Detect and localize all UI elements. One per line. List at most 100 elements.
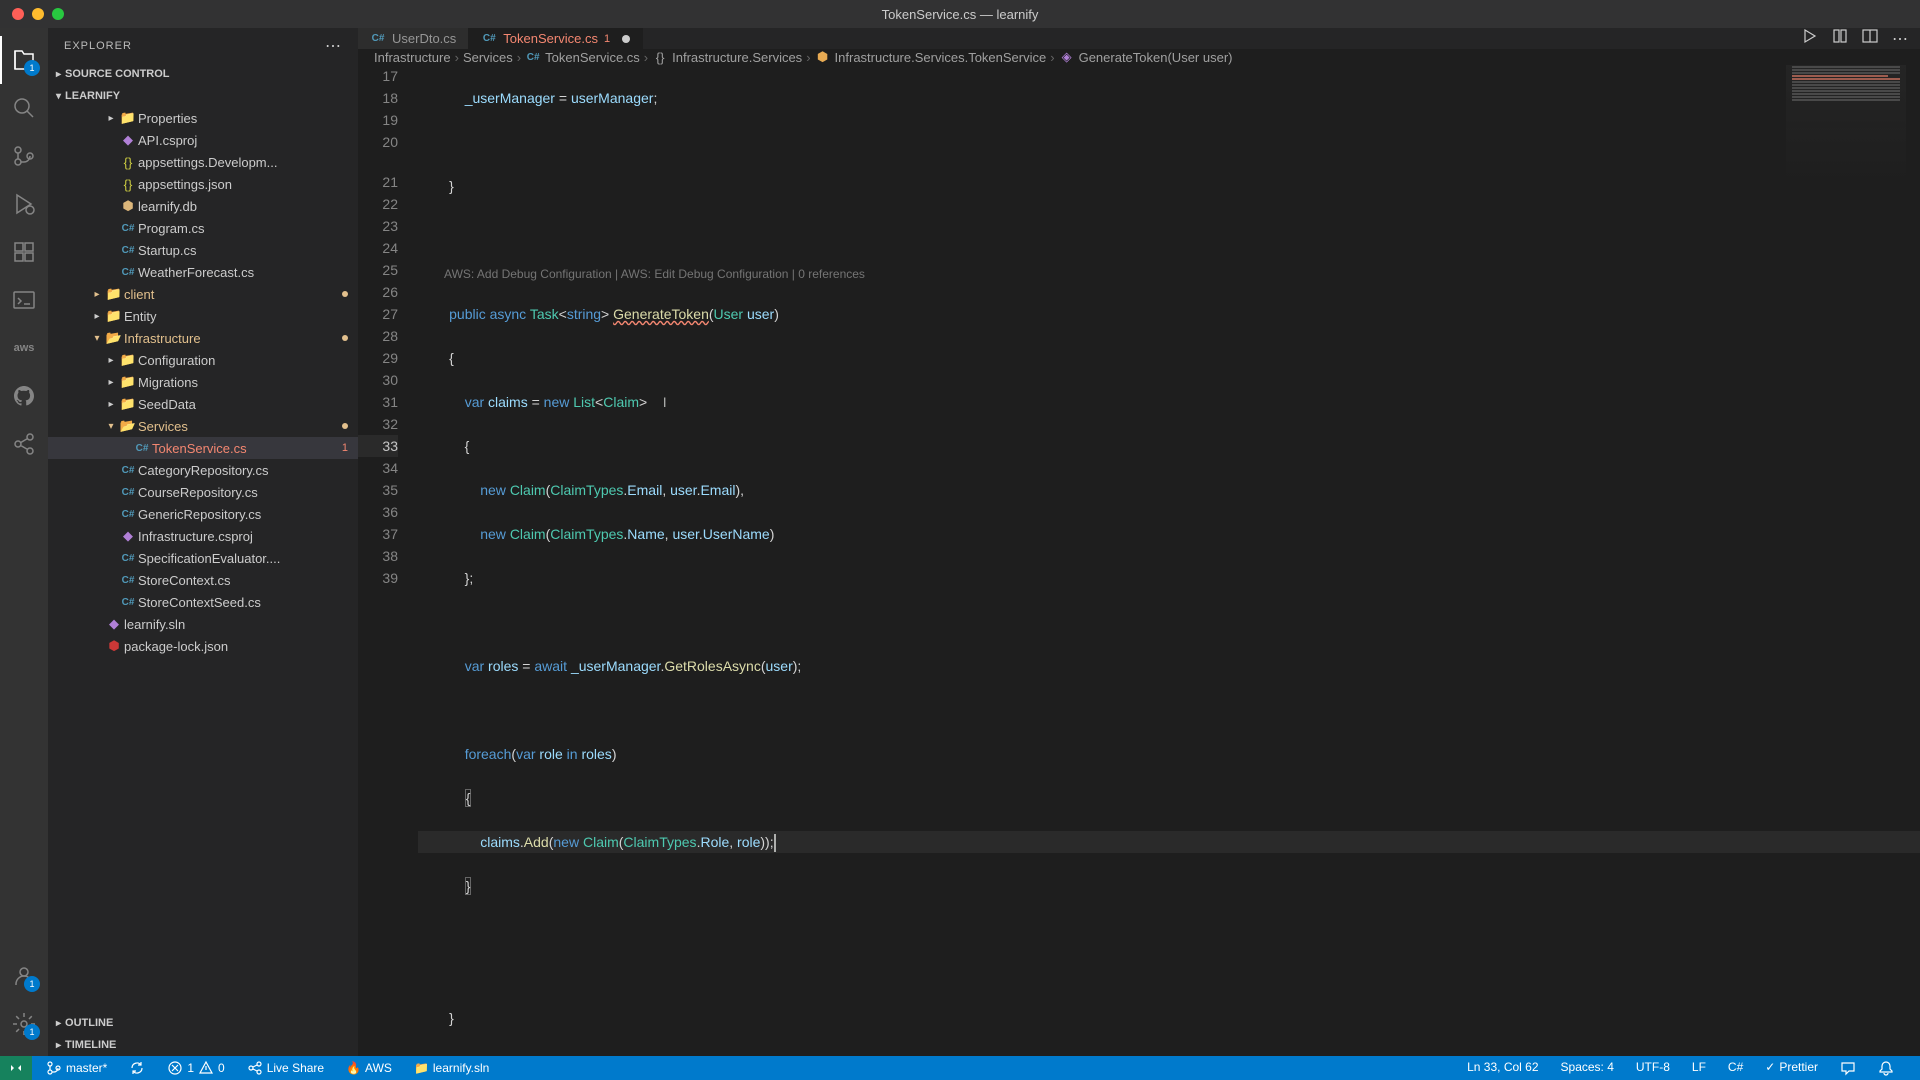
remote-button[interactable] — [0, 1056, 32, 1080]
breadcrumb-item[interactable]: TokenService.cs — [545, 50, 640, 65]
method-icon: ◈ — [1059, 49, 1075, 65]
language-button[interactable]: C# — [1724, 1060, 1747, 1074]
encoding-button[interactable]: UTF-8 — [1632, 1060, 1674, 1074]
breadcrumb-item[interactable]: Services — [463, 50, 513, 65]
tree-file-tokenservice[interactable]: C#TokenService.cs1 — [48, 437, 358, 459]
liveshare-button[interactable]: Live Share — [243, 1056, 328, 1080]
modified-dot-icon — [342, 423, 348, 429]
breadcrumb-item[interactable]: Infrastructure.Services — [672, 50, 802, 65]
branch-button[interactable]: master* — [42, 1056, 111, 1080]
settings-button[interactable]: 1 — [0, 1000, 48, 1048]
run-icon[interactable] — [1802, 28, 1818, 49]
tree-file-weather[interactable]: C#WeatherForecast.cs — [48, 261, 358, 283]
tree-file-infracsproj[interactable]: ◆Infrastructure.csproj — [48, 525, 358, 547]
cursor-position[interactable]: Ln 33, Col 62 — [1463, 1060, 1542, 1074]
tree-folder-seeddata[interactable]: ▸📁SeedData — [48, 393, 358, 415]
tree-file-learnifydb[interactable]: ⬢learnify.db — [48, 195, 358, 217]
accounts-button[interactable]: 1 — [0, 952, 48, 1000]
tree-file-categoryrepo[interactable]: C#CategoryRepository.cs — [48, 459, 358, 481]
csharp-icon: C# — [370, 33, 386, 44]
tree-file-appsettings[interactable]: {}appsettings.json — [48, 173, 358, 195]
problems-button[interactable]: 1 0 — [163, 1056, 228, 1080]
solution-button[interactable]: 📁 learnify.sln — [410, 1056, 493, 1080]
chevron-right-icon: › — [517, 50, 521, 65]
chevron-right-icon: › — [1050, 50, 1054, 65]
minimize-window-button[interactable] — [32, 8, 44, 20]
share-tab[interactable] — [0, 420, 48, 468]
tree-file-genericrepo[interactable]: C#GenericRepository.cs — [48, 503, 358, 525]
chevron-right-icon — [56, 1040, 61, 1051]
tree-folder-entity[interactable]: ▸📁Entity — [48, 305, 358, 327]
sidebar: EXPLORER ⋯ SOURCE CONTROL LEARNIFY ▸📁Pro… — [48, 28, 358, 1056]
tree-file-appsettingsdev[interactable]: {}appsettings.Developm... — [48, 151, 358, 173]
class-icon: ⬢ — [815, 49, 831, 65]
tree-file-courserepo[interactable]: C#CourseRepository.cs — [48, 481, 358, 503]
indentation-button[interactable]: Spaces: 4 — [1557, 1060, 1618, 1074]
chevron-right-icon: › — [455, 50, 459, 65]
csharp-icon: C# — [525, 52, 541, 63]
run-debug-tab[interactable] — [0, 180, 48, 228]
tree-file-storecontext[interactable]: C#StoreContext.cs — [48, 569, 358, 591]
tree-folder-configuration[interactable]: ▸📁Configuration — [48, 349, 358, 371]
terminal-tab[interactable] — [0, 276, 48, 324]
diff-icon[interactable] — [1832, 28, 1848, 49]
more-icon[interactable]: ⋯ — [1892, 29, 1908, 49]
code-editor[interactable]: 17 18 19 20 21 22 23 24 25 26 27 28 29 3… — [358, 65, 1920, 1056]
notifications-button[interactable] — [1874, 1060, 1898, 1076]
tree-file-apicsproj[interactable]: ◆API.csproj — [48, 129, 358, 151]
tree-file-sln[interactable]: ◆learnify.sln — [48, 613, 358, 635]
aws-button[interactable]: 🔥 AWS — [342, 1056, 396, 1080]
csharp-icon: C# — [481, 33, 497, 44]
split-icon[interactable] — [1862, 28, 1878, 49]
tab-bar: C# UserDto.cs C# TokenService.cs 1 ⋯ — [358, 28, 1920, 49]
tree-folder-client[interactable]: ▸📁client — [48, 283, 358, 305]
breadcrumbs[interactable]: Infrastructure › Services › C# TokenServ… — [358, 49, 1920, 65]
tab-userdto[interactable]: C# UserDto.cs — [358, 28, 469, 49]
tree-folder-properties[interactable]: ▸📁Properties — [48, 107, 358, 129]
modified-dot-icon — [342, 335, 348, 341]
breadcrumb-item[interactable]: Infrastructure.Services.TokenService — [835, 50, 1047, 65]
line-gutter: 17 18 19 20 21 22 23 24 25 26 27 28 29 3… — [358, 65, 418, 1056]
search-tab[interactable] — [0, 84, 48, 132]
editor: C# UserDto.cs C# TokenService.cs 1 ⋯ Inf… — [358, 28, 1920, 1056]
aws-tab[interactable]: aws — [0, 324, 48, 372]
github-tab[interactable] — [0, 372, 48, 420]
source-control-tab[interactable] — [0, 132, 48, 180]
section-outline[interactable]: OUTLINE — [48, 1012, 358, 1034]
close-window-button[interactable] — [12, 8, 24, 20]
flame-icon: 🔥 — [346, 1061, 361, 1075]
sidebar-more-icon[interactable]: ⋯ — [325, 36, 342, 56]
breadcrumb-item[interactable]: GenerateToken(User user) — [1079, 50, 1233, 65]
tree-file-packagelock[interactable]: ⬢package-lock.json — [48, 635, 358, 657]
dirty-indicator-icon — [622, 35, 630, 43]
window-title: TokenService.cs — learnify — [882, 7, 1039, 22]
sidebar-title: EXPLORER — [64, 40, 132, 52]
maximize-window-button[interactable] — [52, 8, 64, 20]
namespace-icon: {} — [652, 50, 668, 65]
section-source-control[interactable]: SOURCE CONTROL — [48, 63, 358, 85]
check-icon: ✓ — [1765, 1060, 1775, 1074]
tree-file-startup[interactable]: C#Startup.cs — [48, 239, 358, 261]
tab-tokenservice[interactable]: C# TokenService.cs 1 — [469, 28, 643, 49]
activity-bar: 1 aws 1 1 — [0, 28, 48, 1056]
tree-file-speceval[interactable]: C#SpecificationEvaluator.... — [48, 547, 358, 569]
tree-file-program[interactable]: C#Program.cs — [48, 217, 358, 239]
folder-icon: 📁 — [414, 1061, 429, 1075]
code-content[interactable]: _userManager = userManager; } AWS: Add D… — [418, 65, 1920, 1056]
section-timeline[interactable]: TIMELINE — [48, 1034, 358, 1056]
extensions-tab[interactable] — [0, 228, 48, 276]
breadcrumb-item[interactable]: Infrastructure — [374, 50, 451, 65]
tree-file-storecontextseed[interactable]: C#StoreContextSeed.cs — [48, 591, 358, 613]
file-tree: ▸📁Properties ◆API.csproj {}appsettings.D… — [48, 107, 358, 1012]
feedback-button[interactable] — [1836, 1060, 1860, 1076]
sync-button[interactable] — [125, 1056, 149, 1080]
minimap[interactable] — [1786, 65, 1906, 185]
tree-folder-migrations[interactable]: ▸📁Migrations — [48, 371, 358, 393]
section-workspace[interactable]: LEARNIFY — [48, 85, 358, 107]
prettier-button[interactable]: ✓Prettier — [1761, 1060, 1822, 1074]
tree-folder-services[interactable]: ▾📂Services — [48, 415, 358, 437]
eol-button[interactable]: LF — [1688, 1060, 1710, 1074]
explorer-tab[interactable]: 1 — [0, 36, 48, 84]
codelens[interactable]: AWS: Add Debug Configuration | AWS: Edit… — [444, 267, 865, 281]
tree-folder-infrastructure[interactable]: ▾📂Infrastructure — [48, 327, 358, 349]
